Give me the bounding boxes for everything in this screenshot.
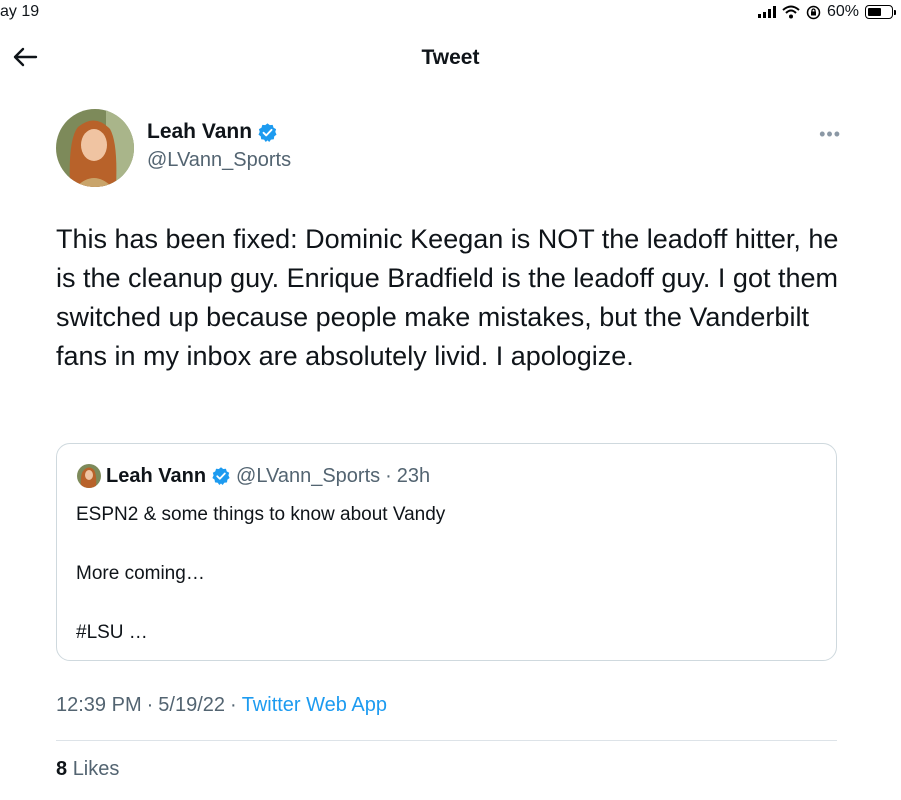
separator-dot: · (230, 694, 237, 716)
quoted-line: #LSU … (76, 622, 148, 643)
quoted-tweet-time: 23h (396, 464, 431, 487)
verified-badge-icon (212, 467, 230, 485)
tweet-time[interactable]: 12:39 PM (56, 694, 142, 717)
divider (56, 740, 837, 741)
author-handle[interactable]: @LVann_Sports (147, 149, 291, 172)
battery-icon (865, 5, 896, 19)
quoted-line (76, 530, 445, 560)
page-title: Tweet (421, 46, 480, 69)
likes-label: Likes (72, 758, 120, 780)
status-bar: ay 19 60% (0, 0, 901, 26)
top-navigation: Tweet (0, 30, 901, 86)
quoted-author-handle: @LVann_Sports (236, 464, 381, 487)
wifi-icon (782, 5, 800, 19)
quoted-author-avatar (77, 464, 101, 488)
orientation-lock-icon (806, 5, 821, 19)
tweet-date[interactable]: 5/19/22 (158, 694, 225, 717)
quoted-line: ESPN2 & some things to know about Vandy (76, 504, 446, 525)
quoted-line (76, 589, 445, 619)
likes-count: 8 (56, 758, 68, 780)
quoted-tweet-text: ESPN2 & some things to know about Vandy … (76, 500, 445, 648)
cellular-signal-icon (757, 6, 776, 18)
quoted-author-name: Leah Vann (106, 464, 207, 487)
battery-percentage: 60% (826, 3, 859, 20)
author-name-row: Leah Vann (147, 120, 278, 144)
separator-dot: · (385, 464, 392, 487)
more-options-icon[interactable]: ••• (819, 124, 841, 145)
author-avatar[interactable] (56, 109, 134, 187)
tweet-text: This has been fixed: Dominic Keegan is N… (56, 224, 839, 371)
likes-count-link[interactable]: 8 Likes (56, 758, 119, 781)
status-time: ay 19 (0, 3, 40, 20)
tweet-source-link[interactable]: Twitter Web App (242, 694, 387, 717)
quoted-tweet-header: Leah Vann @LVann_Sports · 23h (77, 464, 430, 488)
quoted-line: More coming… (76, 563, 205, 584)
author-name[interactable]: Leah Vann (147, 120, 252, 144)
verified-badge-icon (258, 122, 277, 142)
tweet-metadata: 12:39 PM · 5/19/22 · Twitter Web App (56, 694, 387, 717)
status-indicators: 60% (757, 3, 896, 21)
quoted-tweet[interactable]: Leah Vann @LVann_Sports · 23h ESPN2 & so… (56, 443, 837, 661)
separator-dot: · (146, 694, 154, 716)
